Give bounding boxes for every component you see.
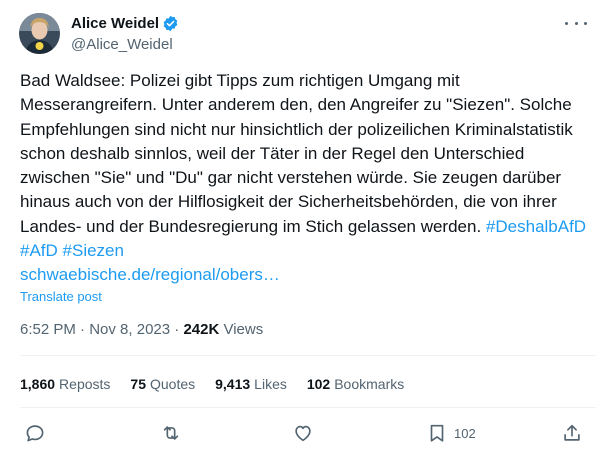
tweet-body: Bad Waldsee: Polizei gibt Tipps zum rich…: [20, 71, 573, 236]
reposts-count: 1,860: [20, 376, 56, 392]
tweet-link[interactable]: schwaebische.de/regional/obers…: [20, 265, 280, 284]
views-count: 242K: [183, 321, 220, 338]
divider: [20, 407, 596, 408]
share-icon: [564, 424, 580, 441]
bookmarks-count: 102: [306, 376, 331, 392]
repost-button[interactable]: [160, 422, 182, 444]
author-name-row[interactable]: Alice Weidel: [71, 15, 179, 32]
tweet-time[interactable]: 6:52 PM: [20, 321, 76, 338]
more-icon[interactable]: [565, 16, 587, 30]
author-handle[interactable]: @Alice_Weidel: [71, 36, 173, 53]
quotes-label: Quotes: [149, 376, 196, 392]
reposts-label: Reposts: [59, 376, 111, 392]
likes-label: Likes: [254, 376, 287, 392]
likes-count: 9,413: [215, 376, 251, 392]
bookmarks-label: Bookmarks: [334, 376, 405, 392]
meta-separator: ·: [174, 321, 180, 338]
action-bar: 102: [0, 422, 610, 448]
translate-post-link[interactable]: Translate post: [20, 289, 102, 304]
share-button[interactable]: [561, 422, 583, 444]
bookmark-button[interactable]: 102: [426, 422, 476, 444]
likes-stat[interactable]: 9,413 Likes: [215, 376, 287, 392]
quotes-count: 75: [130, 376, 146, 392]
views-label: Views: [223, 321, 264, 338]
avatar[interactable]: [19, 13, 60, 54]
reply-icon: [26, 425, 44, 442]
bookmark-icon: [430, 424, 444, 442]
bookmark-count: 102: [454, 425, 476, 441]
engagement-stats: 1,860 Reposts 75 Quotes 9,413 Likes 102 …: [20, 376, 404, 392]
divider: [20, 355, 596, 356]
verified-badge-icon: [163, 15, 178, 32]
bookmarks-stat[interactable]: 102 Bookmarks: [307, 376, 404, 392]
tweet-text: Bad Waldsee: Polizei gibt Tipps zum rich…: [20, 69, 592, 288]
like-button[interactable]: [292, 422, 314, 444]
reply-button[interactable]: [24, 422, 46, 444]
hashtag-siezen[interactable]: #Siezen: [63, 241, 124, 260]
like-icon: [295, 425, 311, 442]
repost-icon: [163, 426, 179, 440]
quotes-stat[interactable]: 75 Quotes: [130, 376, 195, 392]
tweet-date[interactable]: Nov 8, 2023: [89, 321, 170, 338]
meta-separator: ·: [80, 321, 86, 338]
hashtag-afd[interactable]: #AfD: [20, 241, 58, 260]
author-name[interactable]: Alice Weidel: [71, 15, 159, 32]
tweet-meta: 6:52 PM · Nov 8, 2023 · 242K Views: [20, 321, 263, 338]
reposts-stat[interactable]: 1,860 Reposts: [20, 376, 110, 392]
hashtag-deshalbafd[interactable]: #DeshalbAfD: [486, 217, 586, 236]
